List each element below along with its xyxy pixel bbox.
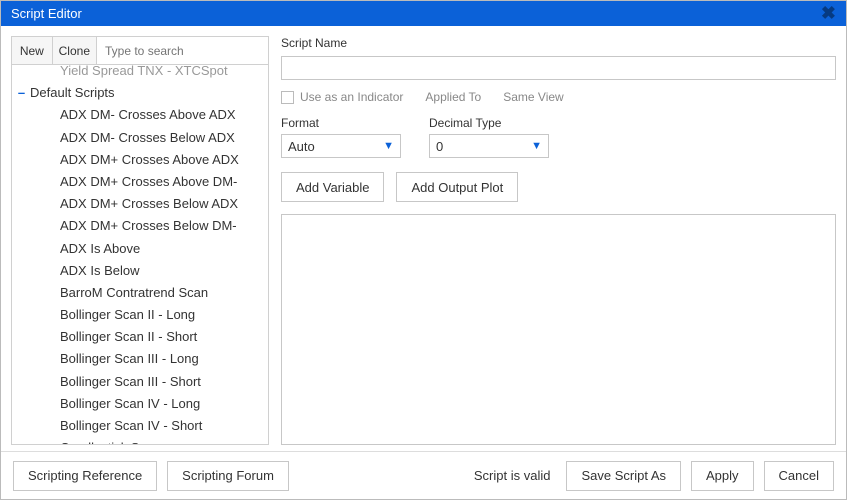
list-item[interactable]: Yield Spread TNX - XTCSpot (12, 65, 268, 82)
list-item[interactable]: Bollinger Scan III - Short (12, 371, 268, 393)
list-item[interactable]: ADX Is Below (12, 260, 268, 282)
script-form-pane: Script Name Use as an Indicator Applied … (281, 36, 836, 445)
list-item[interactable]: Bollinger Scan III - Long (12, 348, 268, 370)
chevron-down-icon: ▼ (383, 140, 394, 152)
list-item[interactable]: ADX Is Above (12, 238, 268, 260)
script-tree[interactable]: Yield Spread TNX - XTCSpot – Default Scr… (12, 65, 268, 444)
decimal-type-value: 0 (436, 139, 443, 154)
format-select[interactable]: Auto ▼ (281, 134, 401, 158)
tree-group[interactable]: – Default Scripts (12, 82, 268, 104)
use-as-indicator-checkbox[interactable]: Use as an Indicator (281, 90, 403, 104)
list-item[interactable]: ADX DM- Crosses Below ADX (12, 127, 268, 149)
script-list-pane: New Clone Yield Spread TNX - XTCSpot – D… (11, 36, 269, 445)
list-item[interactable]: ADX DM+ Crosses Above DM- (12, 171, 268, 193)
save-script-as-button[interactable]: Save Script As (566, 461, 681, 491)
list-item[interactable]: Bollinger Scan II - Short (12, 326, 268, 348)
script-name-label: Script Name (281, 36, 836, 50)
add-variable-button[interactable]: Add Variable (281, 172, 384, 202)
collapse-icon[interactable]: – (16, 84, 27, 102)
titlebar: Script Editor ✖ (1, 1, 846, 26)
list-item[interactable]: Bollinger Scan IV - Short (12, 415, 268, 437)
script-name-input[interactable] (281, 56, 836, 80)
use-as-indicator-label: Use as an Indicator (300, 90, 403, 104)
list-item[interactable]: ADX DM+ Crosses Above ADX (12, 149, 268, 171)
list-item[interactable]: BarroM Contratrend Scan (12, 282, 268, 304)
list-item[interactable]: ADX DM+ Crosses Below ADX (12, 193, 268, 215)
apply-button[interactable]: Apply (691, 461, 754, 491)
action-button-row: Add Variable Add Output Plot (281, 172, 836, 202)
script-editor-textarea[interactable] (281, 214, 836, 445)
format-label: Format (281, 116, 401, 130)
script-editor-window: Script Editor ✖ New Clone Yield Spread T… (0, 0, 847, 500)
format-row: Format Auto ▼ Decimal Type 0 ▼ (281, 116, 836, 158)
checkbox-icon (281, 91, 294, 104)
clone-button[interactable]: Clone (53, 37, 97, 64)
chevron-down-icon: ▼ (531, 140, 542, 152)
same-view-label: Same View (503, 90, 563, 104)
content-area: New Clone Yield Spread TNX - XTCSpot – D… (1, 26, 846, 445)
add-output-plot-button[interactable]: Add Output Plot (396, 172, 518, 202)
cancel-button[interactable]: Cancel (764, 461, 834, 491)
list-item[interactable]: Bollinger Scan II - Long (12, 304, 268, 326)
window-title: Script Editor (11, 6, 821, 21)
decimal-type-label: Decimal Type (429, 116, 549, 130)
scripting-forum-button[interactable]: Scripting Forum (167, 461, 289, 491)
options-row: Use as an Indicator Applied To Same View (281, 90, 836, 104)
tree-group-label: Default Scripts (30, 85, 115, 100)
status-text: Script is valid (474, 468, 551, 483)
decimal-type-select[interactable]: 0 ▼ (429, 134, 549, 158)
new-button[interactable]: New (12, 37, 53, 64)
list-item[interactable]: Bollinger Scan IV - Long (12, 393, 268, 415)
format-value: Auto (288, 139, 315, 154)
list-item[interactable]: Candlestick Scan (12, 437, 268, 444)
list-item[interactable]: ADX DM+ Crosses Below DM- (12, 215, 268, 237)
scripting-reference-button[interactable]: Scripting Reference (13, 461, 157, 491)
search-input[interactable] (97, 37, 268, 64)
left-toolbar: New Clone (12, 37, 268, 65)
list-item[interactable]: ADX DM- Crosses Above ADX (12, 104, 268, 126)
footer: Scripting Reference Scripting Forum Scri… (1, 451, 846, 499)
close-icon[interactable]: ✖ (821, 3, 836, 24)
applied-to-label: Applied To (425, 90, 481, 104)
